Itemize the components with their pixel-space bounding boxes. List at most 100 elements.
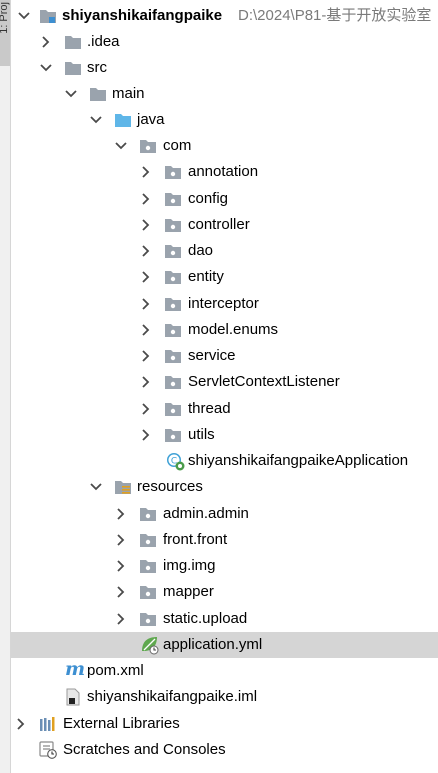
chevron-right-icon[interactable] [139,165,153,179]
tree-row-resource-folder[interactable]: img.img [11,553,438,579]
chevron-down-icon[interactable] [89,480,103,494]
chevron-right-icon[interactable] [139,428,153,442]
spring-leaf-icon [142,637,159,655]
tree-row-package[interactable]: config [11,186,438,212]
tree-label-package: ServletContextListener [188,373,340,390]
package-icon [165,193,181,206]
tree-label-package: utils [188,426,215,443]
tree-row-app-class[interactable]: C shiyanshikaifangpaikeApplication [11,448,438,474]
tree-row-idea[interactable]: .idea [11,29,438,55]
tree-label-resource-folder: admin.admin [163,505,249,522]
source-folder-icon [115,114,131,127]
tree-row-package[interactable]: model.enums [11,317,438,343]
tree-row-package[interactable]: annotation [11,159,438,185]
tree-row-package[interactable]: thread [11,396,438,422]
tree-label-application-yml: application.yml [163,636,263,653]
folder-icon [65,62,81,75]
tree-label-package: entity [188,268,224,285]
package-icon [165,219,181,232]
chevron-right-icon[interactable] [139,270,153,284]
tree-row-resources[interactable]: resources [11,474,438,500]
package-icon [165,245,181,258]
chevron-right-icon[interactable] [139,218,153,232]
tree-row-package[interactable]: service [11,343,438,369]
root-project-path: D:\2024\P81-基于开放实验室 [238,7,432,24]
chevron-down-icon[interactable] [114,139,128,153]
tree-label-package: controller [188,216,250,233]
tree-label-pom: pom.xml [87,662,144,679]
chevron-right-icon[interactable] [114,612,128,626]
folder-icon [90,88,106,101]
tree-row-pom[interactable]: m pom.xml [11,658,438,684]
package-icon [165,376,181,389]
tree-row-src[interactable]: src [11,55,438,81]
package-icon [140,586,156,599]
chevron-right-icon[interactable] [114,559,128,573]
package-icon [165,271,181,284]
tree-label-resources: resources [137,478,203,495]
tree-row-java[interactable]: java [11,107,438,133]
chevron-right-icon[interactable] [14,717,28,731]
tree-row-resource-folder[interactable]: static.upload [11,606,438,632]
tree-row-main[interactable]: main [11,81,438,107]
chevron-right-icon[interactable] [114,585,128,599]
tree-label-external-libraries: External Libraries [63,715,180,732]
tree-label-resource-folder: mapper [163,583,214,600]
package-icon [165,429,181,442]
tree-label-java: java [137,111,165,128]
chevron-right-icon[interactable] [114,507,128,521]
tree-label-package: service [188,347,236,364]
package-icon [140,508,156,521]
chevron-down-icon[interactable] [64,87,78,101]
tree-label-package: interceptor [188,295,259,312]
spring-boot-class-icon: C [167,453,185,471]
package-icon [140,560,156,573]
chevron-down-icon[interactable] [89,113,103,127]
chevron-right-icon[interactable] [139,244,153,258]
tree-row-external-libraries[interactable]: External Libraries [11,711,438,737]
package-icon [165,298,181,311]
tree-row-com[interactable]: com [11,133,438,159]
resources-folder-icon [115,481,131,494]
tree-row-package[interactable]: interceptor [11,291,438,317]
package-icon [165,324,181,337]
tree-row-root[interactable]: shiyanshikaifangpaike D:\2024\P81-基于开放实验… [11,3,438,29]
chevron-right-icon[interactable] [39,35,53,49]
project-tool-tab[interactable]: 1: Proj [0,0,10,66]
tree-label-package: config [188,190,229,207]
tree-row-application-yml[interactable]: application.yml [11,632,438,658]
chevron-down-icon[interactable] [39,61,53,75]
scratches-icon [39,741,57,759]
chevron-right-icon[interactable] [139,297,153,311]
tree-row-package[interactable]: dao [11,238,438,264]
tree-row-scratches[interactable]: Scratches and Consoles [11,737,438,763]
chevron-right-icon[interactable] [139,192,153,206]
tree-row-package[interactable]: entity [11,264,438,290]
chevron-right-icon[interactable] [139,375,153,389]
chevron-right-icon[interactable] [139,323,153,337]
tree-label-main: main [112,85,145,102]
tree-row-resource-folder[interactable]: front.front [11,527,438,553]
tree-label-resource-folder: front.front [163,531,228,548]
tree-label-package: dao [188,242,214,259]
libraries-icon [40,717,55,731]
tree-label-iml: shiyanshikaifangpaike.iml [87,688,258,705]
tree-row-iml[interactable]: shiyanshikaifangpaike.iml [11,684,438,710]
tool-window-strip: 1: Proj [0,0,11,773]
project-tree: shiyanshikaifangpaike D:\2024\P81-基于开放实验… [11,0,438,773]
chevron-right-icon[interactable] [114,533,128,547]
module-folder-icon [40,10,56,23]
tree-row-package[interactable]: utils [11,422,438,448]
chevron-down-icon[interactable] [17,9,31,23]
tree-label-package: thread [188,400,231,417]
tree-row-package[interactable]: controller [11,212,438,238]
chevron-right-icon[interactable] [139,349,153,363]
tree-label-resource-folder: img.img [163,557,216,574]
tree-label-com: com [163,137,192,154]
tree-row-resource-folder[interactable]: mapper [11,579,438,605]
tree-label-idea: .idea [87,33,120,50]
tree-row-resource-folder[interactable]: admin.admin [11,501,438,527]
tree-row-package[interactable]: ServletContextListener [11,369,438,395]
package-icon [140,534,156,547]
chevron-right-icon[interactable] [139,402,153,416]
